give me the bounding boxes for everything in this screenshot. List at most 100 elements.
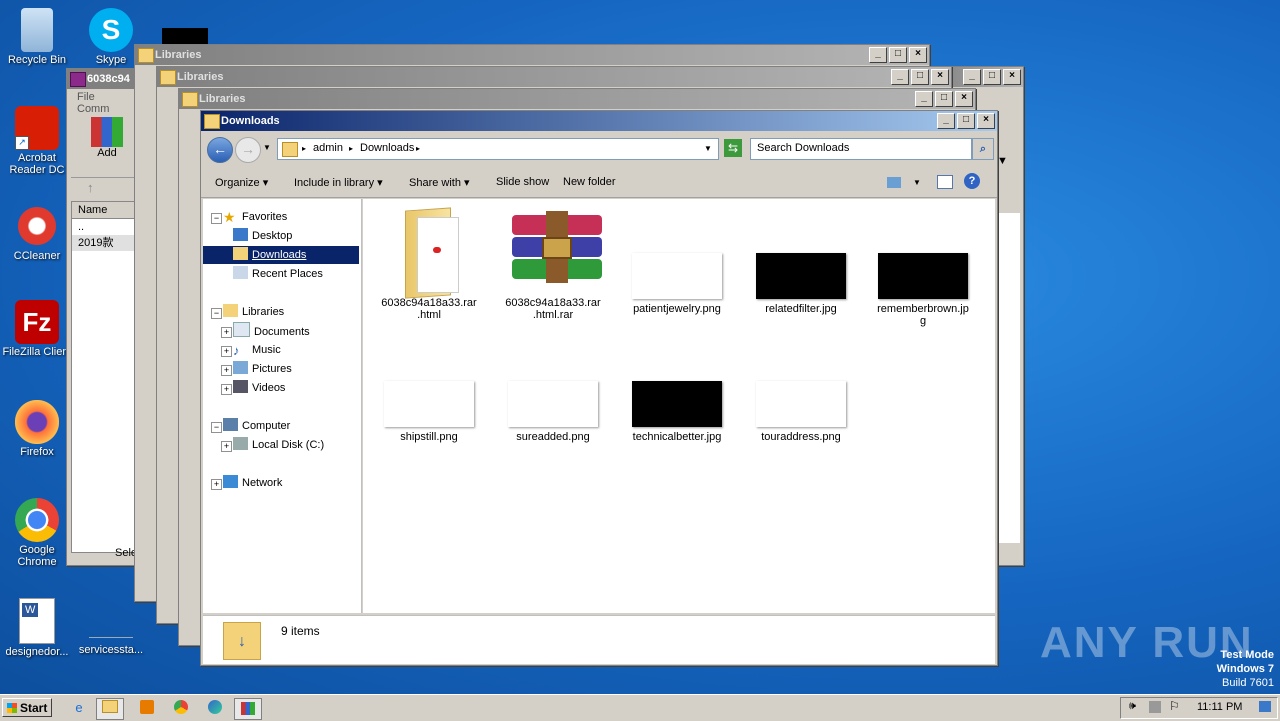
winrar-titlebar[interactable]: 6038c94: [67, 69, 137, 89]
nav-pictures[interactable]: Pictures: [233, 360, 292, 378]
file-item[interactable]: patientjewelry.png: [625, 207, 729, 315]
breadcrumb-chevron-icon[interactable]: ▸: [349, 144, 353, 153]
change-view-icon[interactable]: [887, 177, 901, 188]
nav-recent-places[interactable]: Recent Places: [233, 265, 323, 283]
breadcrumb-admin[interactable]: admin: [313, 142, 343, 154]
document-shortcut[interactable]: W designedor...: [0, 598, 74, 658]
chrome-shortcut[interactable]: Google Chrome: [0, 498, 74, 568]
close-button[interactable]: ×: [955, 91, 973, 107]
share-with-menu[interactable]: Share with ▾: [409, 176, 470, 189]
file-item[interactable]: sureadded.png: [501, 381, 605, 443]
libraries-titlebar[interactable]: Libraries _ □ ×: [135, 45, 929, 65]
nav-favorites[interactable]: ★ Favorites: [223, 208, 287, 226]
winrar-file-list[interactable]: Name .. 2019款: [71, 201, 137, 553]
firefox-shortcut[interactable]: Firefox: [0, 400, 74, 458]
forward-button[interactable]: →: [235, 137, 261, 163]
expand-local-disk-icon[interactable]: +: [221, 441, 232, 452]
maximize-button[interactable]: □: [889, 47, 907, 63]
expand-pictures-icon[interactable]: +: [221, 365, 232, 376]
menu-file[interactable]: File: [77, 91, 95, 103]
nav-libraries[interactable]: Libraries: [223, 303, 284, 321]
file-item[interactable]: rememberbrown.jp g: [871, 207, 975, 327]
list-item[interactable]: 2019款: [72, 235, 136, 251]
dropdown-arrow-icon[interactable]: ▼: [997, 155, 1017, 173]
downloads-explorer-window[interactable]: Downloads _ □ × ← → ▼ ▸ admin ▸ Downloads …: [200, 110, 998, 666]
include-in-library-menu[interactable]: Include in library ▾: [294, 176, 383, 189]
ccleaner-shortcut[interactable]: CCleaner: [0, 204, 74, 262]
close-button[interactable]: ×: [977, 113, 995, 129]
menu-commands[interactable]: Comm: [77, 103, 109, 115]
address-dropdown-icon[interactable]: ▼: [704, 144, 712, 153]
nav-desktop[interactable]: Desktop: [233, 227, 292, 245]
network-tray-icon[interactable]: [1149, 701, 1161, 713]
view-dropdown-icon[interactable]: ▼: [913, 178, 921, 187]
new-folder-button[interactable]: New folder: [563, 176, 616, 188]
minimize-button[interactable]: _: [963, 69, 981, 85]
file-item[interactable]: shipstill.png: [377, 381, 481, 443]
winrar-window[interactable]: 6038c94 File Comm Add ↑ Name .. 2019款 Se…: [66, 68, 138, 566]
recycle-bin-shortcut[interactable]: Recycle Bin: [0, 8, 74, 66]
maximize-button[interactable]: □: [983, 69, 1001, 85]
maximize-button[interactable]: □: [911, 69, 929, 85]
expand-documents-icon[interactable]: +: [221, 327, 232, 338]
edge-taskbar-icon[interactable]: [202, 698, 228, 718]
media-player-icon[interactable]: [134, 698, 160, 718]
collapse-favorites-icon[interactable]: −: [211, 213, 222, 224]
nav-music[interactable]: ♪ Music: [233, 341, 281, 359]
close-button[interactable]: ×: [1003, 69, 1021, 85]
volume-icon[interactable]: 🕪: [1129, 700, 1136, 713]
back-button[interactable]: ←: [207, 137, 233, 163]
refresh-icon[interactable]: ⇆: [724, 139, 742, 157]
internet-explorer-icon[interactable]: e: [66, 698, 92, 718]
action-center-flag-icon[interactable]: ⚐: [1169, 699, 1180, 713]
nav-network[interactable]: Network: [223, 474, 282, 492]
breadcrumb-downloads[interactable]: Downloads: [360, 142, 414, 154]
recent-pages-chevron-icon[interactable]: ▼: [263, 143, 271, 152]
winrar-add-button[interactable]: Add: [87, 117, 127, 159]
nav-local-disk[interactable]: Local Disk (C:): [233, 436, 324, 454]
chrome-taskbar-icon[interactable]: [168, 698, 194, 718]
column-header-name[interactable]: Name: [72, 202, 136, 219]
minimize-button[interactable]: _: [891, 69, 909, 85]
collapse-computer-icon[interactable]: −: [211, 422, 222, 433]
file-item[interactable]: relatedfilter.jpg: [749, 207, 853, 315]
file-item[interactable]: 6038c94a18a33.rar .html.rar: [501, 207, 605, 321]
breadcrumb-chevron-icon[interactable]: ▸: [416, 144, 420, 153]
clock[interactable]: 11:11 PM: [1197, 701, 1242, 713]
file-item[interactable]: touraddress.png: [749, 381, 853, 443]
show-desktop-icon[interactable]: [1259, 701, 1271, 712]
breadcrumb-chevron-icon[interactable]: ▸: [302, 144, 306, 153]
expand-videos-icon[interactable]: +: [221, 384, 232, 395]
winrar-taskbar-icon[interactable]: [234, 698, 262, 720]
search-icon[interactable]: ⌕: [972, 138, 994, 160]
start-button[interactable]: Start: [2, 698, 52, 717]
minimize-button[interactable]: _: [869, 47, 887, 63]
acrobat-shortcut[interactable]: ↗ Acrobat Reader DC: [0, 106, 74, 176]
nav-downloads[interactable]: Downloads: [203, 246, 359, 264]
search-input[interactable]: Search Downloads: [750, 138, 972, 160]
preview-pane-icon[interactable]: [937, 175, 953, 189]
slide-show-button[interactable]: Slide show: [496, 176, 549, 188]
organize-menu[interactable]: Organize ▾: [215, 176, 268, 189]
file-item[interactable]: 6038c94a18a33.rar .html: [377, 207, 481, 321]
libraries-titlebar[interactable]: Libraries _ □ ×: [179, 89, 975, 109]
minimize-button[interactable]: _: [937, 113, 955, 129]
expand-network-icon[interactable]: +: [211, 479, 222, 490]
close-button[interactable]: ×: [909, 47, 927, 63]
collapse-libraries-icon[interactable]: −: [211, 308, 222, 319]
minimize-button[interactable]: _: [915, 91, 933, 107]
close-button[interactable]: ×: [931, 69, 949, 85]
filezilla-shortcut[interactable]: Fz FileZilla Client: [0, 300, 74, 358]
explorer-titlebar[interactable]: Downloads _ □ ×: [201, 111, 997, 131]
file-list[interactable]: 6038c94a18a33.rar .html 6038c94a18a33.ra…: [363, 199, 995, 613]
nav-documents[interactable]: Documents: [233, 322, 310, 340]
file-item[interactable]: technicalbetter.jpg: [625, 381, 729, 443]
address-bar[interactable]: ▸ admin ▸ Downloads ▸ ▼: [277, 138, 719, 160]
scroll-area[interactable]: [997, 213, 1020, 543]
nav-computer[interactable]: Computer: [223, 417, 290, 435]
up-arrow-icon[interactable]: ↑: [71, 177, 135, 198]
libraries-titlebar[interactable]: Libraries _ □ ×: [157, 67, 951, 87]
help-icon[interactable]: ?: [964, 173, 980, 189]
expand-music-icon[interactable]: +: [221, 346, 232, 357]
list-item[interactable]: ..: [72, 219, 136, 235]
